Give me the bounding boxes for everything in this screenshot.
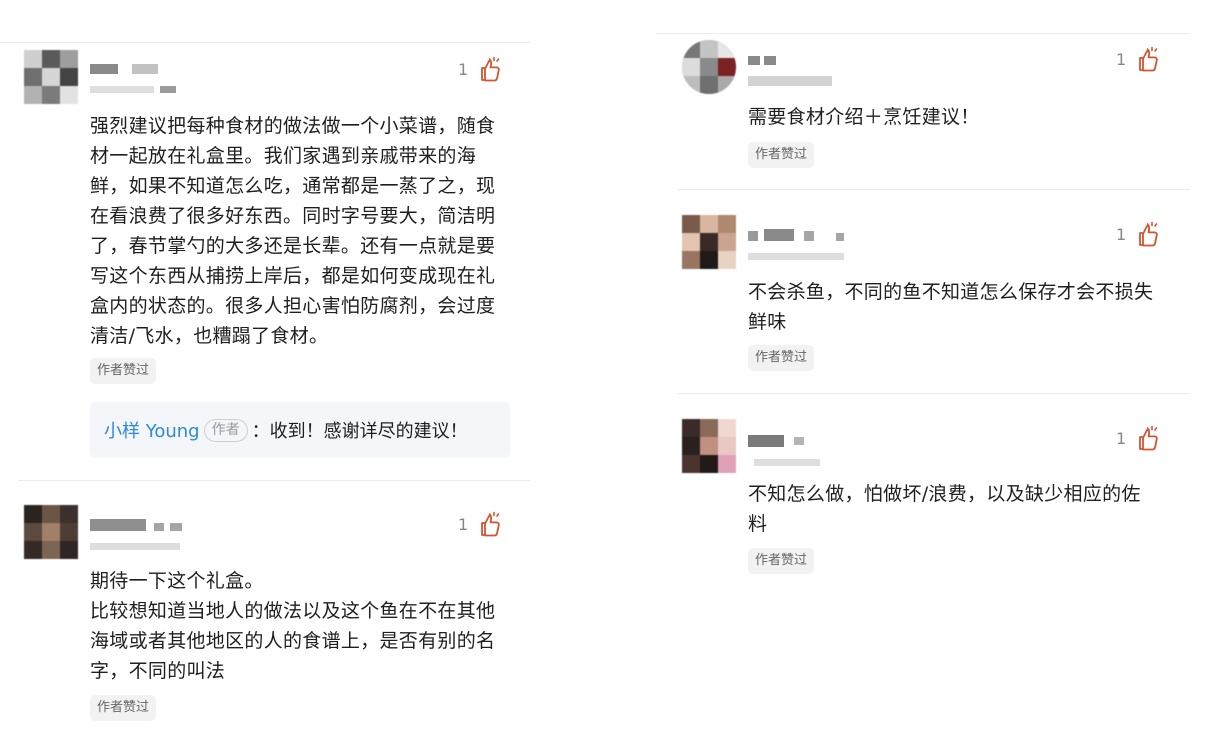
- like-count: 1: [458, 60, 469, 79]
- divider-left-top: [0, 42, 530, 43]
- reply-text: ：收到！感谢详尽的建议！: [251, 421, 468, 442]
- like-control[interactable]: 1: [1116, 46, 1161, 74]
- author-liked-badge: 作者赞过: [90, 695, 157, 721]
- comment-item: 1 需要食材介绍＋烹饪建议！ 作者赞过: [682, 40, 1168, 180]
- username-redacted[interactable]: [748, 229, 858, 265]
- like-control[interactable]: 1: [1116, 221, 1161, 249]
- like-control[interactable]: 1: [458, 511, 503, 539]
- author-reply[interactable]: 小样 Young 作者 ：收到！感谢详尽的建议！: [90, 402, 510, 458]
- avatar[interactable]: [682, 419, 736, 473]
- like-control[interactable]: 1: [458, 56, 503, 84]
- author-liked-badge: 作者赞过: [748, 142, 815, 168]
- comment-text: 不知怎么做，怕做坏/浪费，以及缺少相应的佐 料: [748, 483, 1141, 535]
- thumbs-up-icon[interactable]: [1133, 221, 1161, 249]
- avatar[interactable]: [682, 40, 736, 94]
- username-redacted[interactable]: [90, 64, 200, 100]
- author-tag: 作者: [203, 418, 248, 442]
- divider-left-mid: [18, 480, 530, 481]
- comment-item: 1 不会杀鱼，不同的鱼不知道怎么保存才会不损失 鲜味 作者赞过: [682, 215, 1168, 375]
- comment-item: 1 期待一下这个礼盒。 比较想知道当地人的做法以及这个鱼在不在其他 海域或者其他…: [24, 505, 510, 730]
- avatar[interactable]: [24, 505, 78, 559]
- comment-item: 1 强烈建议把每种食材的做法做一个小菜谱，随食 材一起放在礼盒里。我们家遇到亲戚…: [24, 50, 510, 470]
- thumbs-up-icon[interactable]: [1133, 46, 1161, 74]
- like-count: 1: [1116, 429, 1127, 448]
- author-liked-badge: 作者赞过: [90, 358, 157, 384]
- comment-text: 强烈建议把每种食材的做法做一个小菜谱，随食 材一起放在礼盒里。我们家遇到亲戚带来…: [90, 115, 496, 347]
- like-control[interactable]: 1: [1116, 425, 1161, 453]
- thumbs-up-icon[interactable]: [475, 56, 503, 84]
- divider-right-2: [678, 393, 1190, 394]
- comment-item: 1 不知怎么做，怕做坏/浪费，以及缺少相应的佐 料 作者赞过: [682, 419, 1168, 579]
- username-redacted[interactable]: [90, 519, 200, 555]
- username-redacted[interactable]: [748, 56, 858, 92]
- avatar[interactable]: [24, 50, 78, 104]
- comment-text: 需要食材介绍＋烹饪建议！: [748, 106, 980, 128]
- like-count: 1: [1116, 50, 1127, 69]
- divider-right-1: [678, 189, 1190, 190]
- avatar[interactable]: [682, 215, 736, 269]
- reply-author-name[interactable]: 小样 Young: [104, 417, 200, 443]
- author-liked-badge: 作者赞过: [748, 548, 815, 574]
- username-redacted[interactable]: [748, 433, 858, 469]
- like-count: 1: [458, 515, 469, 534]
- thumbs-up-icon[interactable]: [475, 511, 503, 539]
- comment-text: 期待一下这个礼盒。 比较想知道当地人的做法以及这个鱼在不在其他 海域或者其他地区…: [90, 570, 496, 682]
- author-liked-badge: 作者赞过: [748, 345, 815, 371]
- divider-right-top: [656, 33, 1190, 34]
- comment-text: 不会杀鱼，不同的鱼不知道怎么保存才会不损失 鲜味: [748, 281, 1154, 333]
- thumbs-up-icon[interactable]: [1133, 425, 1161, 453]
- like-count: 1: [1116, 225, 1127, 244]
